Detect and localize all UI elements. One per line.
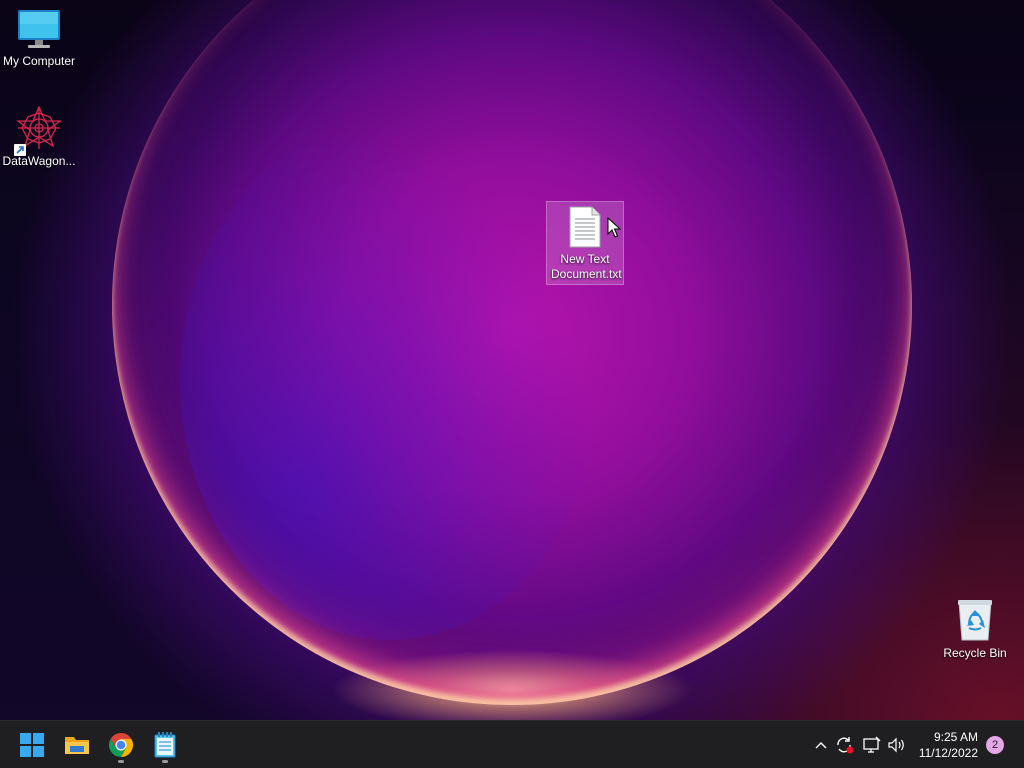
notification-badge[interactable]: 2 — [986, 736, 1004, 754]
show-hidden-icons-button[interactable] — [812, 735, 830, 755]
monitor-icon — [18, 10, 60, 48]
desktop[interactable]: My Computer DataWagon... New Text Docume… — [0, 0, 1024, 720]
folder-icon — [65, 737, 89, 754]
wallpaper-halo — [112, 0, 912, 705]
sync-status-button[interactable] — [835, 735, 855, 755]
taskbar: 9:25 AM 11/12/2022 2 — [0, 720, 1024, 768]
notepad-icon — [154, 732, 176, 758]
volume-button[interactable] — [887, 735, 907, 755]
speaker-icon — [888, 737, 904, 753]
mouse-cursor-icon — [607, 217, 621, 238]
chevron-up-icon — [815, 742, 827, 749]
shortcut-arrow-icon — [14, 144, 26, 156]
clock-button[interactable]: 9:25 AM 11/12/2022 — [908, 729, 978, 761]
recycle-bin-icon — [958, 600, 992, 641]
desktop-icon-label: New Text Document.txt — [551, 252, 622, 281]
wallpaper-glow — [180, 120, 600, 640]
clock-time: 9:25 AM — [933, 730, 978, 744]
desktop-icon-new-text-document[interactable]: New Text Document.txt — [546, 201, 624, 285]
running-indicator — [162, 760, 168, 763]
sync-icon — [837, 737, 854, 754]
desktop-icon-recycle-bin[interactable]: Recycle Bin — [936, 598, 1014, 661]
windows-start-icon — [20, 733, 44, 757]
chrome-icon — [108, 733, 134, 757]
taskbar-file-explorer-button[interactable] — [57, 725, 97, 765]
desktop-icon-label: My Computer — [2, 54, 76, 68]
network-button[interactable] — [862, 735, 882, 755]
taskbar-notepad-button[interactable] — [145, 725, 185, 765]
clock-date: 11/12/2022 — [918, 746, 978, 760]
start-button[interactable] — [12, 725, 52, 765]
text-file-icon — [569, 206, 601, 248]
desktop-icon-datawagon[interactable]: DataWagon... — [0, 106, 78, 169]
desktop-icon-label: DataWagon... — [2, 154, 76, 168]
taskbar-chrome-button[interactable] — [101, 725, 141, 765]
desktop-icon-label: Recycle Bin — [943, 646, 1007, 660]
network-icon — [863, 736, 881, 753]
running-indicator — [118, 760, 124, 763]
desktop-icon-my-computer[interactable]: My Computer — [0, 8, 78, 69]
